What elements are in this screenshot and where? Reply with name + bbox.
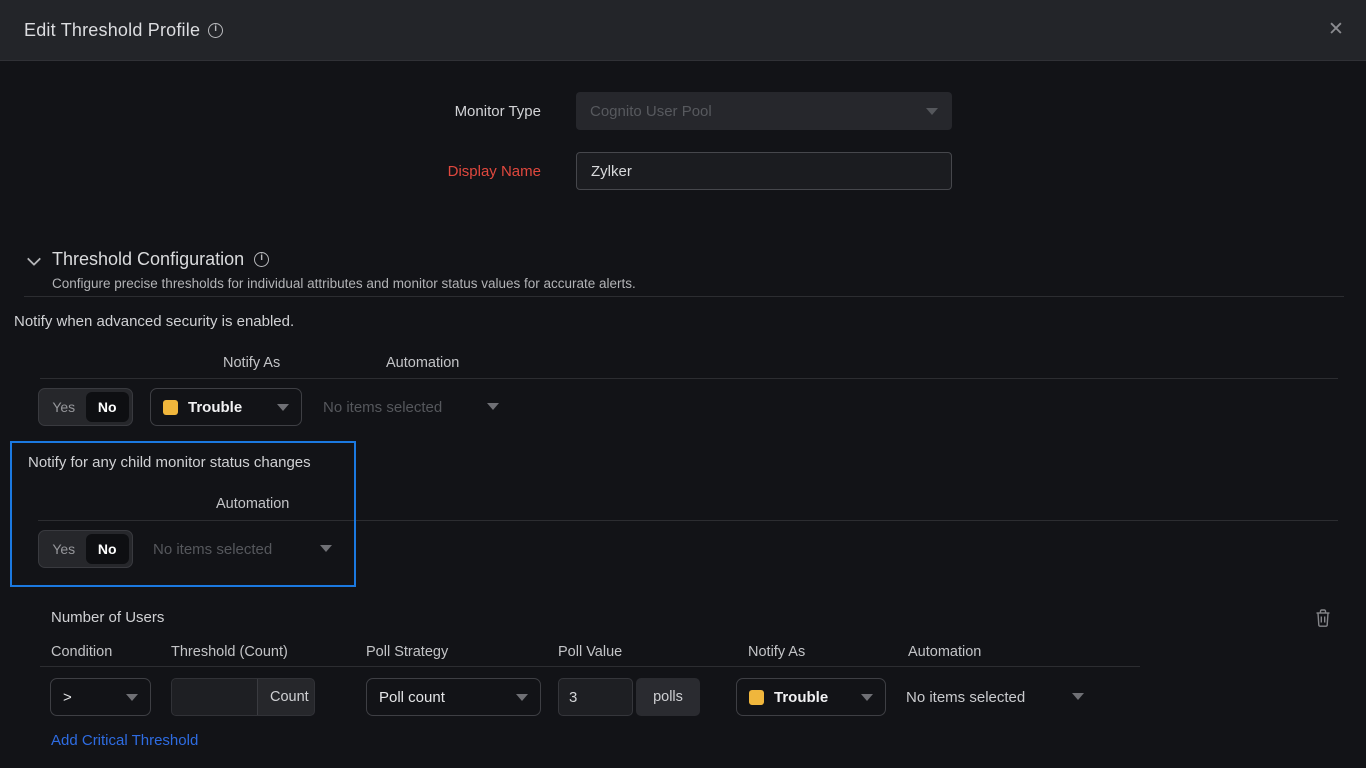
threshold-config-title-text: Threshold Configuration xyxy=(52,249,244,269)
threshold-count-group: Count xyxy=(171,678,315,716)
column-header-threshold: Threshold (Count) xyxy=(171,644,288,660)
monitor-type-label: Monitor Type xyxy=(341,103,541,120)
automation-value: No items selected xyxy=(906,689,1025,706)
display-name-label: Display Name xyxy=(341,163,541,180)
poll-unit-label: polls xyxy=(636,678,700,716)
chevron-down-icon xyxy=(320,545,332,552)
dialog-title: Edit Threshold Profile xyxy=(24,20,200,41)
info-icon[interactable] xyxy=(254,252,269,267)
condition-value: > xyxy=(63,689,72,706)
automation-header: Automation xyxy=(386,355,459,371)
threshold-config-title: Threshold Configuration xyxy=(52,249,269,270)
notify-as-value: Trouble xyxy=(774,689,828,706)
child-monitor-label: Notify for any child monitor status chan… xyxy=(28,454,311,471)
advanced-security-label: Notify when advanced security is enabled… xyxy=(14,313,294,330)
add-critical-threshold-link[interactable]: Add Critical Threshold xyxy=(51,732,198,749)
chevron-down-icon xyxy=(861,694,873,701)
automation-value: No items selected xyxy=(153,541,272,558)
column-header-poll-value: Poll Value xyxy=(558,644,622,660)
dialog-header: Edit Threshold Profile xyxy=(0,0,1366,61)
automation-header: Automation xyxy=(216,496,289,512)
table-divider xyxy=(40,666,1140,667)
close-icon[interactable] xyxy=(1324,18,1348,42)
delete-icon[interactable] xyxy=(1314,608,1332,628)
info-icon[interactable] xyxy=(208,23,223,38)
condition-select[interactable]: > xyxy=(50,678,151,716)
toggle-no[interactable]: No xyxy=(86,534,130,564)
threshold-count-input[interactable] xyxy=(172,679,257,715)
column-header-automation: Automation xyxy=(908,644,981,660)
threshold-config-description: Configure precise thresholds for individ… xyxy=(52,276,636,291)
automation-dropdown[interactable]: No items selected xyxy=(323,388,503,426)
monitor-type-value: Cognito User Pool xyxy=(590,103,712,120)
trouble-status-swatch xyxy=(749,690,764,705)
toggle-yes[interactable]: Yes xyxy=(42,399,86,415)
automation-value: No items selected xyxy=(323,399,442,416)
chevron-down-icon xyxy=(126,694,138,701)
poll-value-input[interactable] xyxy=(558,678,633,716)
trouble-status-swatch xyxy=(163,400,178,415)
chevron-down-icon xyxy=(1072,693,1084,700)
threshold-unit-label: Count xyxy=(257,679,315,715)
column-header-notify-as: Notify As xyxy=(748,644,805,660)
notify-as-value: Trouble xyxy=(188,399,242,416)
toggle-no[interactable]: No xyxy=(86,392,130,422)
advanced-security-toggle[interactable]: Yes No xyxy=(38,388,133,426)
table-divider xyxy=(38,520,1338,521)
collapse-chevron-icon[interactable] xyxy=(29,254,39,264)
monitor-type-select[interactable]: Cognito User Pool xyxy=(576,92,952,130)
display-name-input[interactable] xyxy=(576,152,952,190)
notify-as-header: Notify As xyxy=(223,355,280,371)
column-header-condition: Condition xyxy=(51,644,112,660)
number-of-users-title: Number of Users xyxy=(51,609,164,626)
section-divider xyxy=(24,296,1344,297)
toggle-yes[interactable]: Yes xyxy=(42,541,86,557)
chevron-down-icon xyxy=(487,403,499,410)
notify-as-dropdown[interactable]: Trouble xyxy=(736,678,886,716)
notify-as-dropdown[interactable]: Trouble xyxy=(150,388,302,426)
column-header-poll-strategy: Poll Strategy xyxy=(366,644,448,660)
child-monitor-toggle[interactable]: Yes No xyxy=(38,530,133,568)
table-divider xyxy=(40,378,1338,379)
poll-strategy-value: Poll count xyxy=(379,689,445,706)
automation-dropdown[interactable]: No items selected xyxy=(906,678,1046,716)
chevron-down-icon xyxy=(516,694,528,701)
chevron-down-icon xyxy=(277,404,289,411)
automation-dropdown[interactable]: No items selected xyxy=(153,530,333,568)
chevron-down-icon xyxy=(926,108,938,115)
edit-threshold-profile-dialog: Edit Threshold Profile Monitor Type Cogn… xyxy=(0,0,1366,768)
poll-strategy-select[interactable]: Poll count xyxy=(366,678,541,716)
